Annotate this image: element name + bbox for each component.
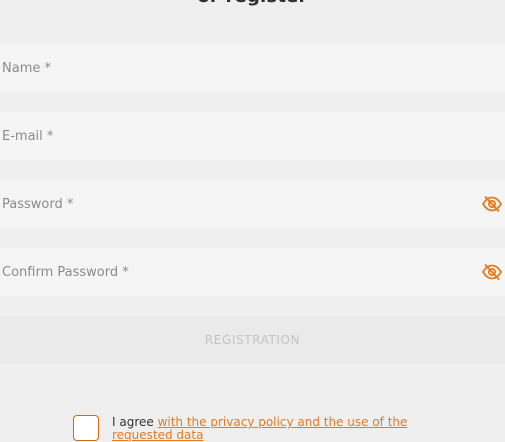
- name-field[interactable]: [0, 44, 505, 92]
- form-heading: or register: [0, 0, 505, 8]
- confirm-password-field-container: [0, 248, 505, 296]
- agree-text: I agree with the privacy policy and the …: [112, 416, 432, 442]
- agree-row: I agree with the privacy policy and the …: [73, 415, 432, 442]
- password-field[interactable]: [0, 180, 505, 228]
- email-field[interactable]: [0, 112, 505, 160]
- password-field-container: [0, 180, 505, 228]
- eye-slash-icon[interactable]: [481, 261, 503, 283]
- registration-button[interactable]: REGISTRATION: [0, 316, 505, 364]
- name-field-container: [0, 44, 505, 92]
- confirm-password-field[interactable]: [0, 248, 505, 296]
- eye-slash-icon[interactable]: [481, 193, 503, 215]
- agree-checkbox[interactable]: [73, 415, 99, 441]
- email-field-container: [0, 112, 505, 160]
- agree-prefix: I agree: [112, 415, 158, 429]
